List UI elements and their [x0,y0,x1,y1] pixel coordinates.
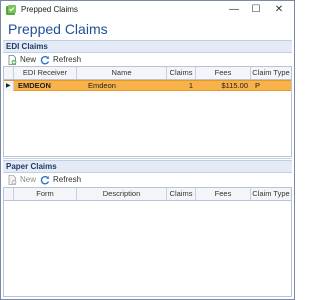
panel-divider[interactable] [3,158,292,159]
edi-claims-header: EDI Claims [3,40,292,53]
paper-claims-header: Paper Claims [3,160,292,173]
new-document-icon [8,55,17,65]
paper-col-claims[interactable]: Claims [167,188,196,200]
edi-col-claim-type[interactable]: Claim Type [251,67,291,79]
paper-grid-corner [4,188,14,200]
window-title: Prepped Claims [21,5,78,14]
cell-claim-type: P [255,81,261,90]
edi-new-button[interactable]: New [7,53,36,66]
prepped-claims-window: Prepped Claims — ☐ ✕ Prepped Claims EDI … [0,0,295,300]
cell-edi-receiver: EMDEON [18,81,51,90]
app-icon [6,5,16,15]
table-row[interactable]: ▶ EMDEON Emdeon 1 $115.00 P [4,80,291,91]
edi-new-label: New [20,55,37,64]
edi-col-edi-receiver[interactable]: EDI Receiver [14,67,77,79]
edi-refresh-button[interactable]: Refresh [40,53,81,66]
edi-claims-grid[interactable]: EDI Receiver Name Claims Fees Claim Type… [3,66,292,157]
edi-grid-corner [4,67,14,79]
maximize-button[interactable]: ☐ [245,1,267,18]
row-indicator: ▶ [4,81,14,91]
cell-fees: $115.00 [221,81,248,90]
cell-name: Emdeon [88,81,116,90]
edi-grid-header: EDI Receiver Name Claims Fees Claim Type [4,67,291,80]
paper-claims-grid[interactable]: Form Description Claims Fees Claim Type [3,187,292,297]
refresh-icon [40,176,50,185]
paper-refresh-label: Refresh [53,175,82,184]
edi-refresh-label: Refresh [53,55,82,64]
paper-new-label: New [20,175,37,184]
paper-col-claim-type[interactable]: Claim Type [251,188,291,200]
edi-col-fees[interactable]: Fees [196,67,251,79]
paper-grid-header: Form Description Claims Fees Claim Type [4,188,291,201]
edi-toolbar: New Refresh [3,53,292,66]
paper-new-button[interactable]: New [7,173,36,186]
new-document-icon [8,175,17,185]
edi-col-claims[interactable]: Claims [167,67,196,79]
cell-claims: 1 [188,81,193,90]
paper-col-fees[interactable]: Fees [196,188,251,200]
paper-refresh-button[interactable]: Refresh [40,173,81,186]
title-bar[interactable]: Prepped Claims — ☐ ✕ [1,1,294,19]
minimize-button[interactable]: — [223,1,245,18]
paper-col-form[interactable]: Form [14,188,77,200]
edi-col-name[interactable]: Name [77,67,167,79]
current-row-arrow-icon: ▶ [6,83,11,89]
paper-col-description[interactable]: Description [77,188,167,200]
paper-toolbar: New Refresh [3,173,292,186]
refresh-icon [40,56,50,65]
close-button[interactable]: ✕ [268,1,290,18]
page-title: Prepped Claims [8,21,108,37]
